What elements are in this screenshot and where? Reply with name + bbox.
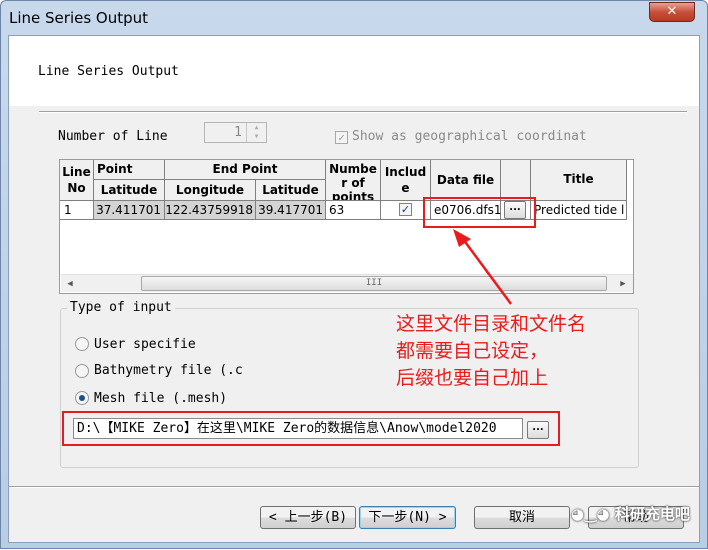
scroll-grip-icon: III bbox=[365, 278, 383, 288]
header-title: Title bbox=[531, 160, 627, 201]
include-checkbox[interactable]: ✓ bbox=[399, 203, 412, 216]
header-end-point: End Point bbox=[165, 160, 326, 180]
close-button[interactable]: ✕ bbox=[649, 2, 695, 22]
show-geo-label: Show as geographical coordinat bbox=[352, 129, 587, 144]
annotation-text: 这里文件目录和文件名 都需要自己设定， 后缀也要自己加上 bbox=[396, 311, 586, 392]
header-line-no-1: Line bbox=[62, 165, 91, 179]
radio-user-specified[interactable] bbox=[75, 337, 89, 351]
type-of-input-title: Type of input bbox=[67, 300, 175, 315]
header-divider bbox=[39, 111, 687, 113]
cell-end-latitude[interactable]: 39.417701 bbox=[256, 201, 326, 220]
number-of-line-value: 1 bbox=[234, 125, 242, 140]
header-points-2: r of bbox=[341, 176, 365, 190]
header-data-file: Data file bbox=[431, 160, 501, 201]
footer-divider bbox=[9, 486, 699, 488]
header-points-3: points bbox=[331, 190, 375, 201]
stepper-arrows[interactable]: ▲ ▼ bbox=[246, 123, 266, 142]
annotation-line-1: 这里文件目录和文件名 bbox=[396, 313, 587, 335]
radio-bathymetry-file[interactable] bbox=[75, 364, 89, 378]
dialog-window: Line Series Output ✕ Line Series Output … bbox=[0, 0, 708, 549]
annotation-line-2: 都需要自己设定， bbox=[396, 340, 549, 362]
scroll-left-icon[interactable]: ◀ bbox=[62, 276, 78, 292]
header-include-2: e bbox=[401, 181, 410, 195]
header-number-of-points: Numbe r of points bbox=[326, 160, 381, 201]
page-heading: Line Series Output bbox=[38, 64, 179, 79]
scrollbar-thumb[interactable]: III bbox=[141, 276, 607, 291]
scroll-right-icon[interactable]: ▶ bbox=[615, 276, 631, 292]
cell-num-points[interactable]: 63 bbox=[326, 201, 381, 220]
show-geo-checkbox[interactable]: ✓ bbox=[335, 131, 348, 144]
header-end-longitude: Longitude bbox=[165, 180, 256, 201]
header-panel: Line Series Output bbox=[9, 36, 699, 106]
radio-bathymetry-file-label: Bathymetry file (.c bbox=[94, 363, 243, 378]
back-button[interactable]: < 上一步(B) bbox=[260, 506, 356, 529]
header-start-latitude: Latitude bbox=[94, 180, 165, 201]
cancel-button[interactable]: 取消 bbox=[474, 506, 570, 529]
close-icon: ✕ bbox=[666, 4, 678, 19]
chevron-up-icon[interactable]: ▲ bbox=[247, 123, 266, 132]
path-highlight bbox=[62, 411, 560, 446]
number-of-line-label: Number of Line bbox=[58, 129, 168, 144]
table-horizontal-scrollbar[interactable]: ◀ III ▶ bbox=[61, 274, 633, 292]
next-button[interactable]: 下一步(N) > bbox=[359, 506, 456, 529]
cell-end-longitude[interactable]: 122.43759918 bbox=[165, 201, 256, 220]
dialog-client-area: Line Series Output Number of Line 1 ▲ ▼ … bbox=[8, 35, 700, 543]
cell-title[interactable]: Predicted tide l bbox=[531, 201, 627, 220]
annotation-line-3: 后缀也要自己加上 bbox=[396, 367, 549, 389]
chevron-down-icon[interactable]: ▼ bbox=[247, 132, 266, 141]
data-file-highlight bbox=[423, 197, 536, 228]
header-include: Includ e bbox=[381, 160, 431, 201]
wechat-icon: ◕‿◕ bbox=[571, 505, 610, 523]
radio-mesh-file-label: Mesh file (.mesh) bbox=[94, 391, 228, 406]
watermark-text: 科研充电吧 bbox=[614, 505, 690, 523]
header-line-no: Line No bbox=[60, 160, 94, 201]
header-blank bbox=[501, 160, 531, 201]
radio-mesh-file[interactable] bbox=[75, 391, 89, 405]
title-bar[interactable]: Line Series Output ✕ bbox=[1, 1, 707, 35]
cell-start-latitude[interactable]: 37.411701 bbox=[94, 201, 165, 220]
header-end-latitude: Latitude bbox=[256, 180, 326, 201]
watermark: ◕‿◕ 科研充电吧 bbox=[571, 503, 690, 524]
header-start-point: Point bbox=[94, 160, 165, 180]
cell-line-no[interactable]: 1 bbox=[60, 201, 94, 220]
header-include-1: Includ bbox=[384, 165, 427, 179]
number-of-line-stepper[interactable]: 1 ▲ ▼ bbox=[204, 122, 267, 143]
header-points-1: Numbe bbox=[329, 162, 377, 176]
header-line-no-2: No bbox=[67, 181, 86, 195]
radio-user-specified-label: User specifie bbox=[94, 337, 196, 352]
window-title: Line Series Output bbox=[9, 9, 149, 27]
line-table[interactable]: Line No Point End Point Latitude Longitu… bbox=[59, 159, 634, 294]
